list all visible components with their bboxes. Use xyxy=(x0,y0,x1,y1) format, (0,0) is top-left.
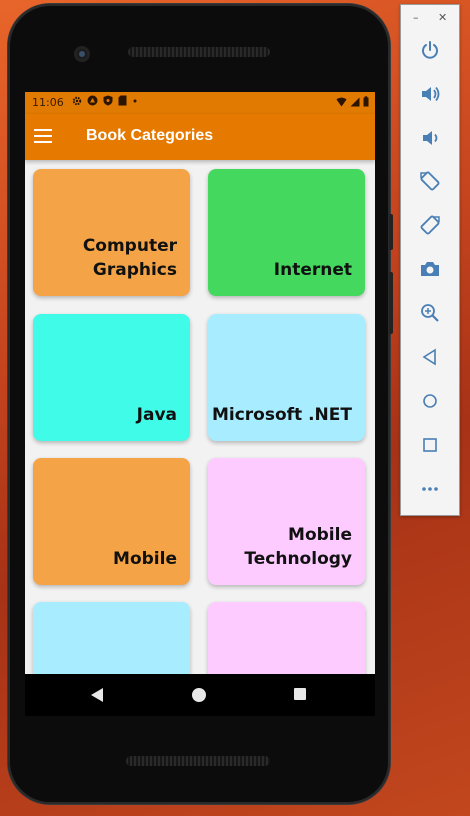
phone-side-button xyxy=(389,214,393,250)
top-speaker xyxy=(128,47,270,57)
category-label: Computer Graphics xyxy=(82,236,177,280)
close-button[interactable]: ✕ xyxy=(438,11,447,24)
minimize-button[interactable]: – xyxy=(413,11,419,24)
power-icon[interactable] xyxy=(418,38,442,62)
app-screen: 11:06 Book Categories Computer Graphics … xyxy=(25,92,375,674)
category-card-computer-graphics[interactable]: Computer Graphics xyxy=(33,169,190,296)
status-time: 11:06 xyxy=(32,96,64,109)
nav-recents-button[interactable] xyxy=(294,688,306,700)
more-icon[interactable] xyxy=(418,477,442,501)
front-camera xyxy=(74,46,90,62)
wifi-icon xyxy=(336,97,347,106)
category-label: Mobile xyxy=(113,549,177,569)
category-card-java[interactable]: Java xyxy=(33,314,190,441)
phone-volume-rocker xyxy=(389,272,393,334)
app-bar-title: Book Categories xyxy=(86,127,214,144)
overview-icon[interactable] xyxy=(418,433,442,457)
category-label: Java xyxy=(136,405,177,425)
sd-card-icon xyxy=(118,95,127,106)
category-card-internet[interactable]: Internet xyxy=(208,169,365,296)
dot-icon xyxy=(133,99,137,102)
signal-icon xyxy=(350,97,360,106)
volume-down-icon[interactable] xyxy=(418,126,442,150)
back-icon[interactable] xyxy=(418,345,442,369)
camera-icon[interactable] xyxy=(418,257,442,281)
status-bar: 11:06 xyxy=(25,92,375,114)
notification-icons xyxy=(72,95,138,106)
emulator-toolbar: – ✕ xyxy=(400,4,460,516)
category-label: Microsoft .NET xyxy=(211,405,352,425)
battery-icon xyxy=(363,96,369,107)
settings-icon xyxy=(72,96,82,105)
status-right-icons xyxy=(336,96,369,107)
category-card-mobile[interactable]: Mobile xyxy=(33,458,190,585)
category-label: Internet xyxy=(273,260,352,280)
nav-back-button[interactable] xyxy=(91,688,103,702)
category-card[interactable] xyxy=(33,602,190,674)
app-notification-icon xyxy=(87,95,98,106)
rotate-left-icon[interactable] xyxy=(418,169,442,193)
category-card[interactable] xyxy=(208,602,365,674)
bottom-speaker xyxy=(126,756,270,766)
nav-home-button[interactable] xyxy=(192,688,206,702)
shield-icon xyxy=(103,95,113,106)
app-bar: Book Categories xyxy=(25,114,375,160)
home-icon[interactable] xyxy=(418,389,442,413)
rotate-right-icon[interactable] xyxy=(418,213,442,237)
category-card-microsoft-net[interactable]: Microsoft .NET xyxy=(208,314,365,441)
menu-icon[interactable] xyxy=(34,129,52,143)
category-label: Mobile Technology xyxy=(244,525,352,569)
volume-up-icon[interactable] xyxy=(418,82,442,106)
android-nav-bar xyxy=(25,674,375,716)
category-card-mobile-technology[interactable]: Mobile Technology xyxy=(208,458,365,585)
zoom-icon[interactable] xyxy=(418,301,442,325)
